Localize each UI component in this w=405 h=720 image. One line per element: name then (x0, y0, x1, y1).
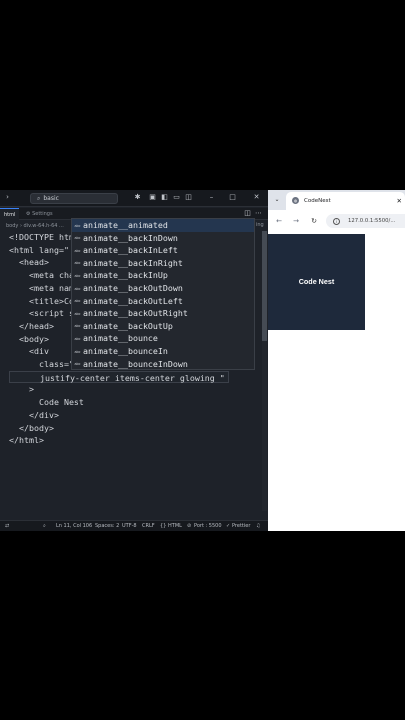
text-suggestion-icon: abc (74, 223, 81, 228)
side-hint-text: ing (256, 222, 264, 228)
cursor-position[interactable]: Ln 11, Col 106 (56, 521, 92, 531)
code-line: <title>Co (9, 295, 74, 306)
more-actions-icon[interactable]: ⋯ (254, 209, 263, 218)
eol-setting[interactable]: CRLF (142, 521, 155, 531)
text-suggestion-icon: abc (74, 273, 81, 278)
text-suggestion-icon: abc (74, 324, 81, 329)
tab-settings[interactable]: ⚙ Settings (22, 208, 57, 220)
code-line: <div (9, 346, 49, 357)
info-icon[interactable]: i (333, 217, 340, 225)
bell-icon[interactable]: ♫ (256, 521, 260, 531)
formatter-status[interactable]: Prettier (232, 521, 250, 531)
code-line: <meta nam (9, 282, 74, 293)
address-bar[interactable]: i 127.0.0.1:5500/... (326, 214, 405, 228)
code-line: </body> (9, 422, 54, 433)
reload-icon[interactable]: ↻ (309, 215, 319, 227)
code-line: </html> (9, 435, 44, 446)
tab-close-icon[interactable]: ✕ (397, 192, 402, 210)
copilot-icon[interactable]: ✱ (133, 193, 142, 202)
layout-sidebar-icon[interactable]: ▣ (148, 193, 157, 202)
editor-title-bar: › ⌕ basic ✱ ▣ ◧ ▭ ◫ – □ ✕ (0, 190, 268, 207)
suggestion-item[interactable]: abc animate__backOutLeft (72, 295, 254, 308)
text-suggestion-icon: abc (74, 349, 81, 354)
chevron-down-icon[interactable]: ⌄ (272, 195, 282, 205)
remote-icon[interactable]: ⇄ (5, 521, 9, 531)
suggestion-item[interactable]: abc animate__backInDown (72, 232, 254, 245)
code-line: <body> (9, 333, 49, 344)
text-suggestion-icon: abc (74, 261, 81, 266)
code-line: </head> (9, 320, 54, 331)
check-icon: ✓ (226, 523, 231, 529)
layout-panel-icon[interactable]: ◧ (160, 193, 169, 202)
suggestion-item[interactable]: abc animate__backInLeft (72, 244, 254, 257)
suggestion-item[interactable]: abc animate__animated (72, 219, 254, 232)
page-heading: Code Nest (298, 277, 335, 286)
status-bar: ⇄ ⌕ Ln 11, Col 106 Spaces: 2 UTF-8 CRLF … (0, 520, 268, 531)
suggestion-item[interactable]: abc animate__backOutUp (72, 320, 254, 333)
close-icon[interactable]: ✕ (252, 193, 261, 202)
code-line: <head> (9, 257, 49, 268)
command-search-box[interactable]: ⌕ basic (30, 193, 118, 204)
zoom-icon: ⌕ (43, 523, 46, 529)
search-icon: ⌕ (37, 195, 41, 202)
chevron-right-icon[interactable]: › (3, 193, 12, 202)
suggestion-item[interactable]: abc animate__backInRight (72, 257, 254, 270)
browser-tab-strip: ⌄ ◍ CodeNest ✕ (268, 190, 405, 210)
code-line: <meta cha (9, 270, 74, 281)
autocomplete-list: abc animate__animated abc animate__backInD… (71, 218, 255, 370)
split-editor-icon[interactable]: ◫ (243, 209, 252, 218)
code-line: <!DOCTYPE htm (9, 232, 74, 242)
back-arrow-icon[interactable]: ← (274, 215, 284, 227)
indent-setting[interactable]: Spaces: 2 (95, 521, 119, 531)
editor-scrollbar[interactable] (262, 231, 267, 511)
braces-icon: {} (160, 523, 167, 529)
search-text: basic (43, 195, 59, 202)
code-nest-box: Code Nest (268, 234, 365, 330)
text-suggestion-icon: abc (74, 311, 81, 316)
browser-window: ⌄ ◍ CodeNest ✕ ← → ↻ i 127.0.0.1:5500/..… (268, 190, 405, 531)
code-editor-window: › ⌕ basic ✱ ▣ ◧ ▭ ◫ – □ ✕ html ⚙ Settings… (0, 190, 268, 531)
code-area[interactable]: <!DOCTYPE htm <html lang=" <head> <meta … (0, 218, 264, 511)
text-suggestion-icon: abc (74, 286, 81, 291)
minimize-icon[interactable]: – (207, 193, 216, 202)
suggestion-item[interactable]: abc animate__backInUp (72, 269, 254, 282)
suggestion-item[interactable]: abc animate__bounceInDown (72, 358, 254, 371)
text-suggestion-icon: abc (74, 362, 81, 367)
code-line: </div> (9, 409, 59, 420)
language-mode[interactable]: HTML (168, 521, 182, 531)
forward-arrow-icon[interactable]: → (291, 215, 301, 227)
tab-settings-label: Settings (32, 211, 53, 217)
suggestion-item[interactable]: abc animate__backOutDown (72, 282, 254, 295)
suggestion-item[interactable]: abc animate__backOutRight (72, 307, 254, 320)
code-line: > (9, 384, 34, 395)
code-line: Code Nest (9, 397, 84, 408)
text-suggestion-icon: abc (74, 299, 81, 304)
scrollbar-thumb[interactable] (262, 231, 267, 341)
text-suggestion-icon: abc (74, 336, 81, 341)
suggestion-item[interactable]: abc animate__bounce (72, 332, 254, 345)
tab-html-file[interactable]: html (0, 208, 20, 220)
browser-toolbar: ← → ↻ i 127.0.0.1:5500/... (268, 210, 405, 232)
suggestion-item[interactable]: abc animate__bounceIn (72, 345, 254, 358)
layout-bottom-icon[interactable]: ▭ (172, 193, 181, 202)
code-line: <html lang=" (9, 244, 69, 255)
maximize-icon[interactable]: □ (228, 193, 237, 202)
code-line-active: justify-center items-center glowing " (9, 370, 229, 384)
address-text: 127.0.0.1:5500/... (348, 218, 396, 224)
encoding-setting[interactable]: UTF-8 (122, 521, 137, 531)
browser-tab-title: CodeNest (304, 198, 331, 204)
no-entry-icon: ⊘ (187, 523, 192, 529)
live-server-port[interactable]: Port : 5500 (194, 521, 222, 531)
browser-tab[interactable]: ◍ CodeNest ✕ (286, 192, 405, 210)
layout-customize-icon[interactable]: ◫ (184, 193, 193, 202)
code-line: class=" (9, 359, 74, 369)
text-suggestion-icon: abc (74, 248, 81, 253)
code-line: <script s (9, 308, 74, 319)
globe-icon: ◍ (292, 197, 299, 204)
page-viewport: Code Nest (268, 232, 405, 531)
text-suggestion-icon: abc (74, 236, 81, 241)
